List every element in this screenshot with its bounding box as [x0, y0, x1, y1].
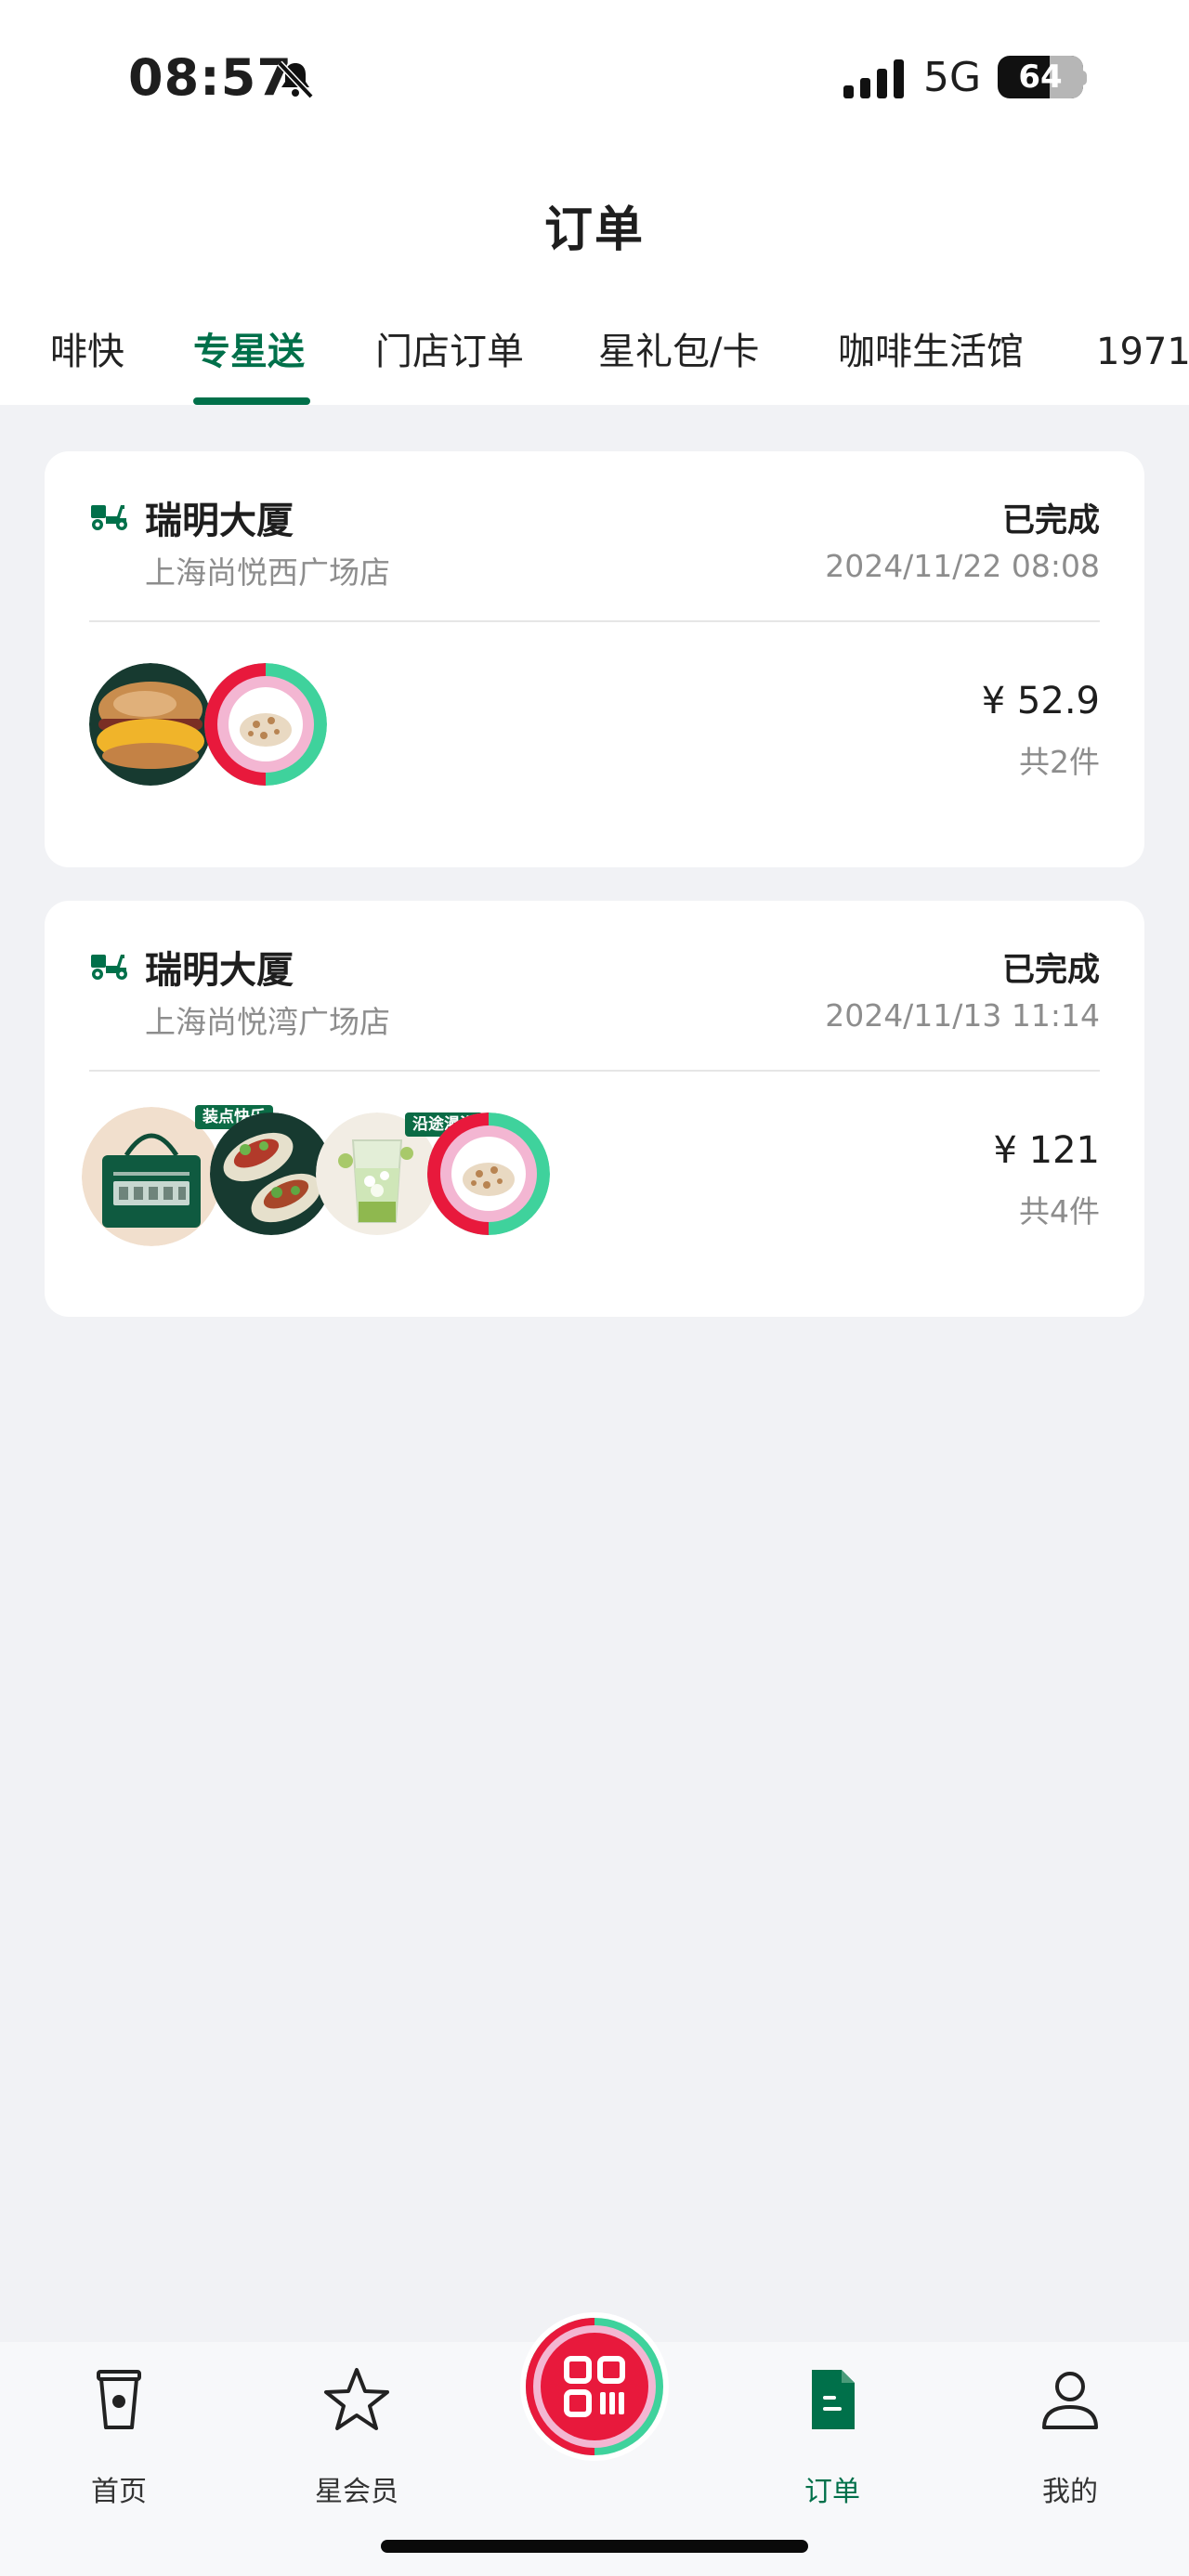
signal-icon: [843, 59, 904, 98]
tab-fei-kuai[interactable]: 啡快: [50, 321, 124, 375]
page-title: 订单: [543, 202, 645, 258]
order-card[interactable]: 瑞明大厦 上海尚悦湾广场店 已完成 2024/11/13 11:14 装点快乐: [45, 901, 1144, 1317]
delivery-scooter-icon: [91, 955, 127, 980]
dessert-cup-image: [427, 1112, 550, 1235]
nav-home[interactable]: 首页: [45, 2366, 193, 2508]
store-branch: 上海尚悦西广场店: [145, 554, 390, 591]
status-bar: 08:57 5G 64: [0, 0, 1189, 158]
store-name: 瑞明大厦: [145, 949, 294, 992]
store-branch: 上海尚悦湾广场店: [145, 1004, 390, 1040]
battery-tip: [1079, 71, 1087, 85]
network-type: 5G: [923, 54, 982, 101]
person-icon: [1042, 2372, 1098, 2429]
nav-member[interactable]: 星会员: [282, 2366, 431, 2508]
order-items: [89, 663, 739, 802]
tab-gift-card[interactable]: 星礼包/卡: [598, 321, 759, 375]
order-status: 已完成: [1001, 502, 1100, 540]
star-icon: [324, 2368, 389, 2430]
sandwich-image: [89, 663, 212, 786]
order-items: 装点快乐 沿途漫泡: [82, 1105, 739, 1252]
tab-store-orders[interactable]: 门店订单: [375, 321, 524, 375]
cup-icon: [97, 2370, 141, 2429]
tab-zhuan-xing-song[interactable]: 专星送: [193, 321, 305, 375]
battery-icon: 64: [998, 56, 1083, 98]
tab-1971[interactable]: 1971客: [1096, 321, 1189, 375]
nav-label: 首页: [91, 2476, 147, 2508]
store-name: 瑞明大厦: [145, 500, 294, 542]
qr-code-button[interactable]: [520, 2312, 669, 2461]
bell-muted-icon: [277, 60, 314, 99]
order-datetime: 2024/11/22 08:08: [825, 548, 1100, 584]
tab-coffee-house[interactable]: 咖啡生活馆: [838, 321, 1024, 375]
wraps-image: [210, 1112, 333, 1235]
order-card[interactable]: 瑞明大厦 上海尚悦西广场店 已完成 2024/11/22 08:08 ¥ 52.…: [45, 451, 1144, 867]
active-tab-indicator: [193, 397, 310, 405]
home-indicator: [381, 2540, 808, 2553]
order-doc-icon: [812, 2370, 855, 2429]
divider: [89, 620, 1100, 622]
delivery-scooter-icon: [91, 505, 127, 530]
divider: [89, 1070, 1100, 1072]
status-time: 08:57: [128, 48, 293, 107]
nav-profile[interactable]: 我的: [996, 2366, 1144, 2508]
battery-level: 64: [1018, 59, 1063, 96]
dessert-cup-image: [204, 663, 327, 786]
nav-label: 我的: [1042, 2476, 1098, 2508]
order-tabs: 啡快 专星送 门店订单 星礼包/卡 咖啡生活馆 1971客: [0, 316, 1189, 405]
nav-label: 星会员: [315, 2476, 399, 2508]
qr-code-icon: [522, 2314, 667, 2459]
order-datetime: 2024/11/13 11:14: [825, 997, 1100, 1034]
nav-orders[interactable]: 订单: [758, 2366, 907, 2508]
nav-label: 订单: [804, 2476, 860, 2508]
order-item-count: 共2件: [1019, 744, 1100, 780]
order-status: 已完成: [1001, 952, 1100, 989]
order-item-count: 共4件: [1019, 1193, 1100, 1229]
order-price: ¥ 52.9: [981, 680, 1100, 722]
order-price: ¥ 121: [993, 1129, 1100, 1172]
